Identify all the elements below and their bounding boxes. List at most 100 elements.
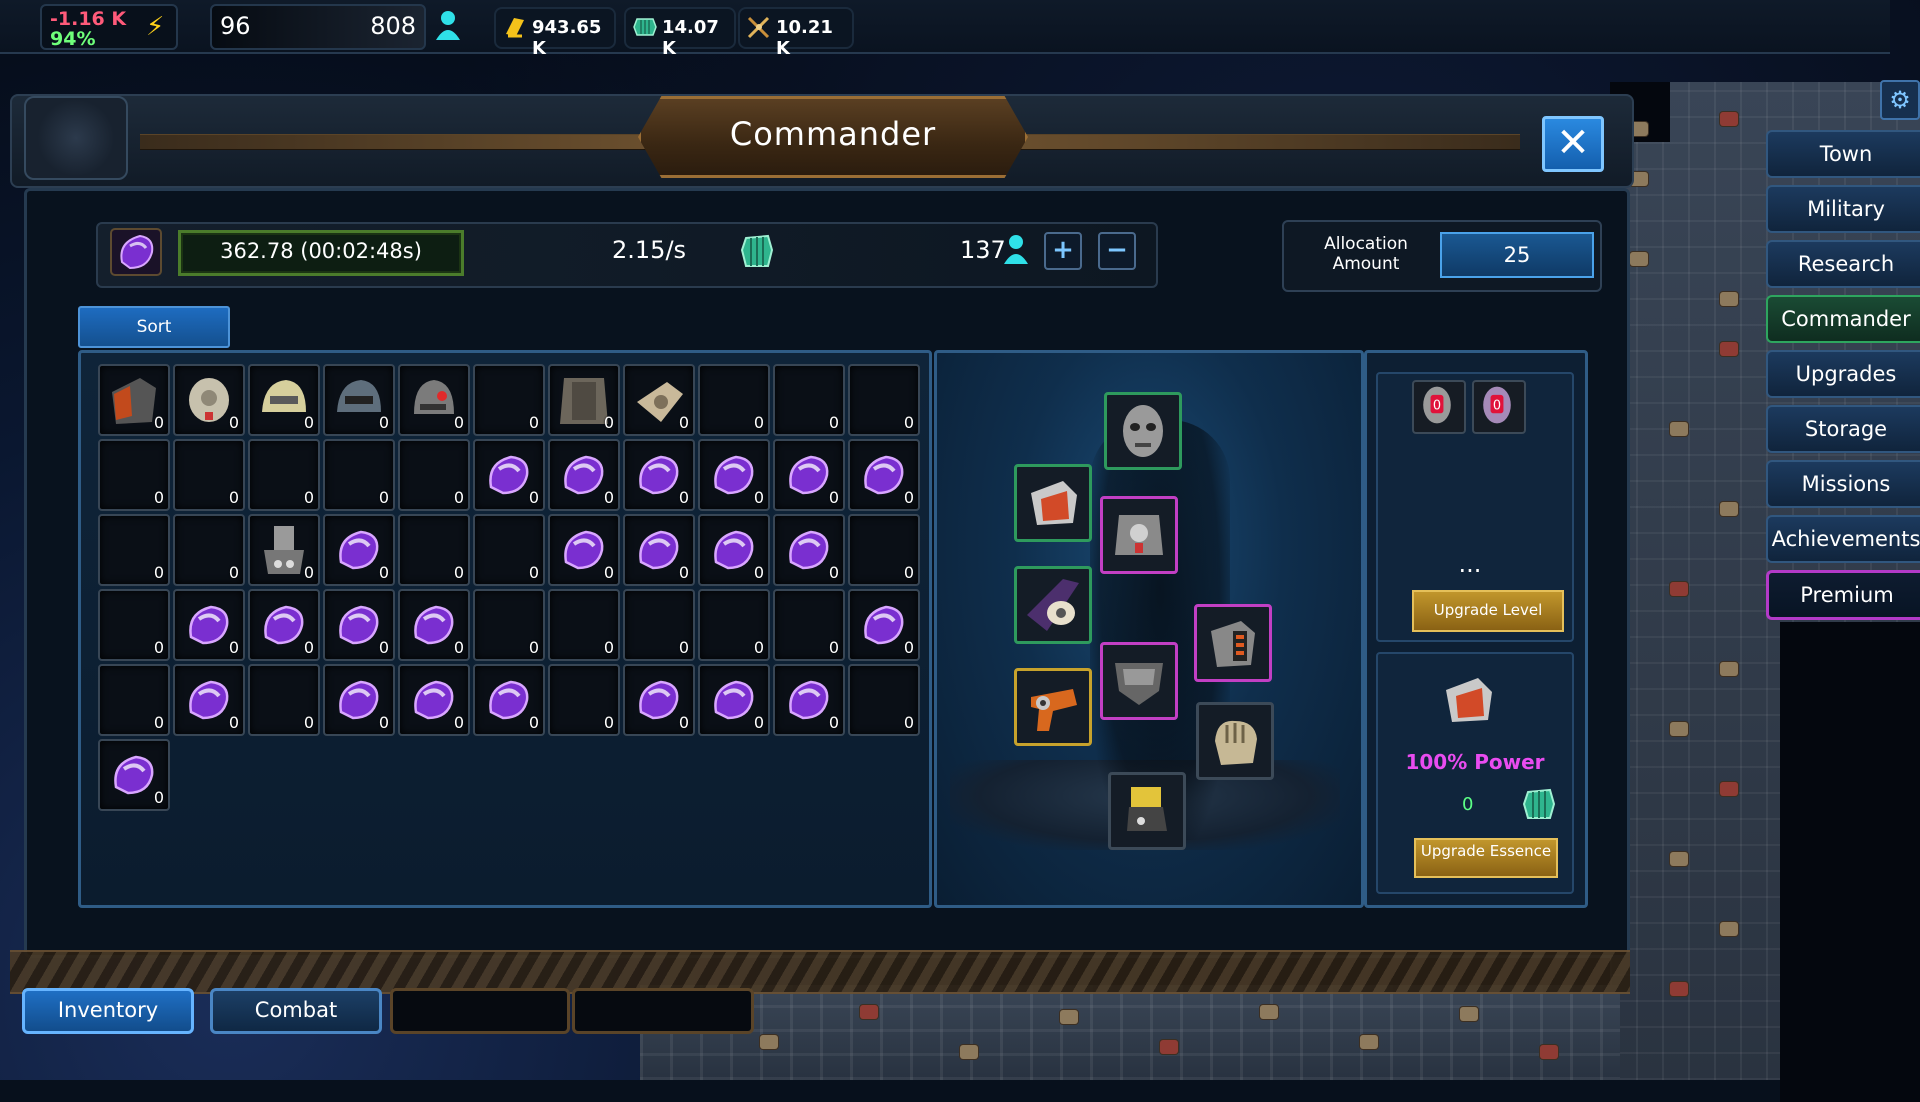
inventory-slot[interactable]: 0	[473, 664, 545, 736]
inventory-slot[interactable]: 0	[473, 589, 545, 661]
equip-slot-head[interactable]	[1104, 392, 1182, 470]
inventory-slot[interactable]: 0	[473, 514, 545, 586]
nav-commander[interactable]: Commander	[1766, 295, 1920, 343]
inventory-slot[interactable]: 0	[173, 439, 245, 511]
inventory-slot[interactable]: 0	[98, 664, 170, 736]
inventory-slot[interactable]: 0	[548, 364, 620, 436]
nav-town[interactable]: Town	[1766, 130, 1920, 178]
sort-button[interactable]: Sort	[78, 306, 230, 348]
tab-combat[interactable]: Combat	[210, 988, 382, 1034]
inventory-slot[interactable]: 0	[173, 589, 245, 661]
nav-research[interactable]: Research	[1766, 240, 1920, 288]
close-button[interactable]: ✕	[1542, 116, 1604, 172]
inventory-slot[interactable]: 0	[323, 589, 395, 661]
inventory-slot[interactable]: 0	[398, 514, 470, 586]
tab-inventory[interactable]: Inventory	[22, 988, 194, 1034]
power-readout[interactable]: -1.16 K 94% ⚡	[40, 4, 178, 50]
inventory-slot[interactable]: 0	[698, 439, 770, 511]
inventory-slot[interactable]: 0	[473, 439, 545, 511]
tab-empty-1	[390, 988, 570, 1034]
inventory-slot[interactable]: 0	[773, 514, 845, 586]
assigned-count: 137	[960, 236, 1006, 264]
inventory-slot[interactable]: 0	[98, 439, 170, 511]
remove-allocation-button[interactable]: −	[1098, 232, 1136, 270]
inventory-slot[interactable]: 0	[173, 664, 245, 736]
inventory-slot[interactable]: 0	[548, 514, 620, 586]
inventory-slot[interactable]: 0	[248, 664, 320, 736]
nav-premium[interactable]: Premium	[1766, 570, 1920, 620]
inventory-slot[interactable]: 0	[623, 589, 695, 661]
mask-red-slot[interactable]: 0	[1412, 380, 1466, 434]
inventory-slot[interactable]: 0	[848, 514, 920, 586]
item-quantity: 0	[903, 713, 914, 732]
inventory-slot[interactable]: 0	[173, 364, 245, 436]
upgrade-level-button[interactable]: Upgrade Level	[1412, 590, 1564, 632]
equip-slot-boots[interactable]	[1108, 772, 1186, 850]
allocation-input[interactable]: 25	[1440, 232, 1594, 278]
weapons-resource[interactable]: 10.21 K	[738, 7, 854, 59]
inventory-slot[interactable]: 0	[398, 439, 470, 511]
nav-missions[interactable]: Missions	[1766, 460, 1920, 508]
inventory-slot[interactable]: 0	[248, 439, 320, 511]
resource-bar: -1.16 K 94% ⚡ 96 808 943.65 K 14.07 K 10…	[0, 0, 1890, 59]
upgrade-essence-button[interactable]: Upgrade Essence	[1414, 838, 1558, 878]
item-quantity: 0	[378, 413, 389, 432]
inventory-slot[interactable]: 0	[323, 514, 395, 586]
inventory-slot[interactable]: 0	[248, 514, 320, 586]
inventory-slot[interactable]: 0	[473, 364, 545, 436]
inventory-slot[interactable]: 0	[773, 439, 845, 511]
inventory-slot[interactable]: 0	[323, 364, 395, 436]
inventory-slot[interactable]: 0	[248, 364, 320, 436]
inventory-slot[interactable]: 0	[773, 589, 845, 661]
inventory-slot[interactable]: 0	[548, 664, 620, 736]
inventory-slot[interactable]: 0	[248, 589, 320, 661]
mask-red-slot-2[interactable]: 0	[1472, 380, 1526, 434]
inventory-slot[interactable]: 0	[773, 664, 845, 736]
gold-resource[interactable]: 943.65 K	[494, 7, 616, 59]
equip-slot-arm[interactable]	[1014, 566, 1092, 644]
inventory-slot[interactable]: 0	[548, 439, 620, 511]
inventory-slot[interactable]: 0	[323, 439, 395, 511]
equip-slot-chest[interactable]	[1100, 496, 1178, 574]
nav-upgrades[interactable]: Upgrades	[1766, 350, 1920, 398]
nav-storage[interactable]: Storage	[1766, 405, 1920, 453]
inventory-slot[interactable]: 0	[98, 589, 170, 661]
inventory-slot[interactable]: 0	[398, 364, 470, 436]
equip-slot-gloves[interactable]	[1196, 702, 1274, 780]
equip-slot-weapon[interactable]	[1014, 668, 1092, 746]
inventory-slot[interactable]: 0	[623, 664, 695, 736]
inventory-slot[interactable]: 0	[548, 589, 620, 661]
inventory-slot[interactable]: 0	[98, 514, 170, 586]
inventory-slot[interactable]: 0	[848, 664, 920, 736]
inventory-slot[interactable]: 0	[398, 589, 470, 661]
inventory-slot[interactable]: 0	[698, 664, 770, 736]
inventory-slot[interactable]: 0	[623, 514, 695, 586]
inventory-slot[interactable]: 0	[98, 364, 170, 436]
inventory-slot[interactable]: 0	[623, 439, 695, 511]
inventory-slot[interactable]: 0	[698, 589, 770, 661]
add-allocation-button[interactable]: +	[1044, 232, 1082, 270]
base-map-bottom	[640, 985, 1620, 1080]
nav-military[interactable]: Military	[1766, 185, 1920, 233]
inventory-slot[interactable]: 0	[848, 364, 920, 436]
item-quantity: 0	[753, 413, 764, 432]
nav-achievements[interactable]: Achievements	[1766, 515, 1920, 563]
item-quantity: 0	[903, 563, 914, 582]
inventory-slot[interactable]: 0	[623, 364, 695, 436]
crystal-resource[interactable]: 14.07 K	[624, 7, 736, 59]
inventory-slot[interactable]: 0	[98, 739, 170, 811]
settings-button[interactable]: ⚙	[1880, 80, 1920, 120]
inventory-slot[interactable]: 0	[848, 589, 920, 661]
population-readout[interactable]: 96 808	[210, 4, 426, 50]
inventory-slot[interactable]: 0	[398, 664, 470, 736]
inventory-slot[interactable]: 0	[848, 439, 920, 511]
inventory-slot[interactable]: 0	[773, 364, 845, 436]
inventory-slot[interactable]: 0	[323, 664, 395, 736]
equip-slot-shoulder[interactable]	[1014, 464, 1092, 542]
inventory-slot[interactable]: 0	[698, 364, 770, 436]
equip-slot-belt[interactable]	[1100, 642, 1178, 720]
item-quantity: 0	[228, 413, 239, 432]
inventory-slot[interactable]: 0	[173, 514, 245, 586]
inventory-slot[interactable]: 0	[698, 514, 770, 586]
equip-slot-module[interactable]	[1194, 604, 1272, 682]
